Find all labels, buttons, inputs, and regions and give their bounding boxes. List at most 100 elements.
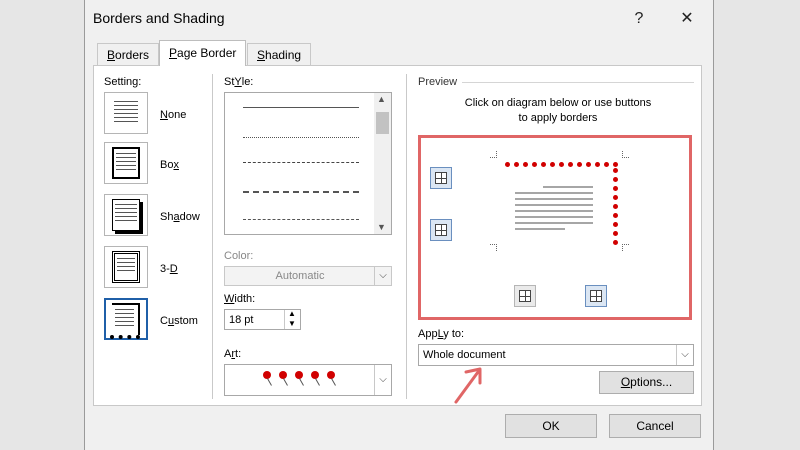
tab-mnemonic: S xyxy=(257,48,266,62)
mnemonic: N xyxy=(160,109,168,121)
width-value: 18 pt xyxy=(229,314,254,326)
label-text: St xyxy=(224,76,235,88)
corner-mark xyxy=(490,244,497,251)
mnemonic: Y xyxy=(234,76,242,88)
preview-label: Preview xyxy=(418,76,458,88)
options-button[interactable]: Options... xyxy=(599,371,694,394)
apply-to-value: Whole document xyxy=(423,349,506,361)
style-label: StYle: xyxy=(224,76,253,88)
tab-borders[interactable]: Borders xyxy=(97,43,160,65)
label-text: 3- xyxy=(160,263,170,275)
page-icon xyxy=(112,147,140,179)
scroll-up-icon[interactable]: ▲ xyxy=(377,94,386,104)
tab-label: orders xyxy=(115,48,150,62)
close-button[interactable]: ✕ xyxy=(673,6,701,32)
setting-box-box[interactable] xyxy=(104,142,148,184)
color-dropdown[interactable]: Automatic ⌵ xyxy=(224,266,392,286)
scroll-thumb[interactable] xyxy=(376,112,389,134)
preview-diagram[interactable] xyxy=(418,135,692,320)
setting-custom-label[interactable]: Custom xyxy=(160,315,198,327)
style-scrollbar[interactable]: ▲ ▼ xyxy=(374,93,391,234)
top-art-border xyxy=(505,162,618,170)
dialog-title: Borders and Shading xyxy=(93,10,225,26)
page-icon xyxy=(112,251,140,283)
label-text: App xyxy=(418,328,438,340)
right-art-border xyxy=(613,168,621,248)
tab-shading[interactable]: Shading xyxy=(247,43,312,65)
style-list[interactable]: ▲ ▼ xyxy=(224,92,392,235)
chevron-down-icon[interactable]: ⌵ xyxy=(374,267,391,285)
borders-and-shading-dialog: Borders and Shading ? ✕ Borders Page Bor… xyxy=(84,0,714,450)
border-icon xyxy=(435,224,447,236)
mnemonic: x xyxy=(173,159,179,171)
tab-mnemonic: B xyxy=(107,48,116,62)
preview-instruction-line2: to apply borders xyxy=(518,112,598,124)
preview-instruction-line1: Click on diagram below or use buttons xyxy=(464,97,652,109)
setting-none-box[interactable] xyxy=(104,92,148,134)
preview-page-text xyxy=(515,186,605,246)
art-label: Art: xyxy=(224,348,241,360)
setting-none-label[interactable]: None xyxy=(160,109,186,121)
setting-3d-box[interactable] xyxy=(104,246,148,288)
bottom-border-button[interactable] xyxy=(430,219,452,241)
label-text: dow xyxy=(179,211,200,223)
page-icon xyxy=(110,303,140,339)
setting-box-label[interactable]: Box xyxy=(160,159,179,171)
divider xyxy=(406,74,407,399)
tab-label: age Border xyxy=(177,46,237,60)
label-text: idth: xyxy=(234,293,256,305)
corner-mark xyxy=(622,151,629,158)
color-label: Color: xyxy=(224,250,254,262)
cancel-button[interactable]: Cancel xyxy=(609,414,701,438)
label-text: stom xyxy=(174,315,198,327)
page-icon xyxy=(112,199,140,231)
width-label: Width: xyxy=(224,293,255,305)
width-stepper[interactable]: ▲ ▼ xyxy=(284,309,300,329)
pushpin-art-preview xyxy=(263,371,363,391)
left-border-button[interactable] xyxy=(514,285,536,307)
style-dashed-large-line[interactable] xyxy=(243,191,359,193)
page-icon xyxy=(112,97,140,129)
tab-mnemonic: P xyxy=(169,46,178,60)
annotation-arrow-icon xyxy=(454,367,482,404)
style-solid-line[interactable] xyxy=(243,107,359,108)
corner-mark xyxy=(622,244,629,251)
label-text: Sh xyxy=(160,211,174,223)
preview-separator xyxy=(462,82,694,83)
corner-mark xyxy=(490,151,497,158)
decrement-icon[interactable]: ▼ xyxy=(288,319,296,328)
apply-to-label: AppLy to: xyxy=(418,328,464,340)
help-button[interactable]: ? xyxy=(625,6,653,32)
width-field[interactable]: 18 pt ▲ ▼ xyxy=(224,309,301,330)
label-text: one xyxy=(167,109,187,121)
right-border-button[interactable] xyxy=(585,285,607,307)
scroll-down-icon[interactable]: ▼ xyxy=(377,222,386,232)
art-dropdown[interactable]: ⌵ xyxy=(224,364,392,396)
chevron-down-icon[interactable]: ⌵ xyxy=(676,345,693,365)
label-text: ptions... xyxy=(630,375,673,389)
setting-custom-box[interactable] xyxy=(104,298,148,340)
color-value: Automatic xyxy=(275,270,325,282)
tab-page-border[interactable]: Page Border xyxy=(159,40,247,66)
setting-label: Setting: xyxy=(104,76,142,88)
top-border-button[interactable] xyxy=(430,167,452,189)
style-dashed-small-line[interactable] xyxy=(243,162,359,163)
style-dash-dot-line[interactable] xyxy=(243,219,359,220)
apply-to-dropdown[interactable]: Whole document ⌵ xyxy=(418,344,694,366)
setting-3d-label[interactable]: 3-D xyxy=(160,263,178,275)
chevron-down-icon[interactable]: ⌵ xyxy=(374,365,391,395)
setting-shadow-label[interactable]: Shadow xyxy=(160,211,200,223)
mnemonic: W xyxy=(224,293,235,305)
border-icon xyxy=(435,172,447,184)
label-text: Bo xyxy=(160,159,174,171)
label-text: y to: xyxy=(443,328,465,340)
divider xyxy=(212,74,213,399)
tab-label: hading xyxy=(265,48,302,62)
setting-shadow-box[interactable] xyxy=(104,194,148,236)
mnemonic: O xyxy=(620,375,631,389)
page-border-panel: Setting: None Box Shadow 3-D Custom StYl… xyxy=(93,65,702,406)
style-dotted-line[interactable] xyxy=(243,137,359,138)
border-icon xyxy=(519,290,531,302)
ok-button[interactable]: OK xyxy=(505,414,597,438)
increment-icon[interactable]: ▲ xyxy=(288,309,296,318)
